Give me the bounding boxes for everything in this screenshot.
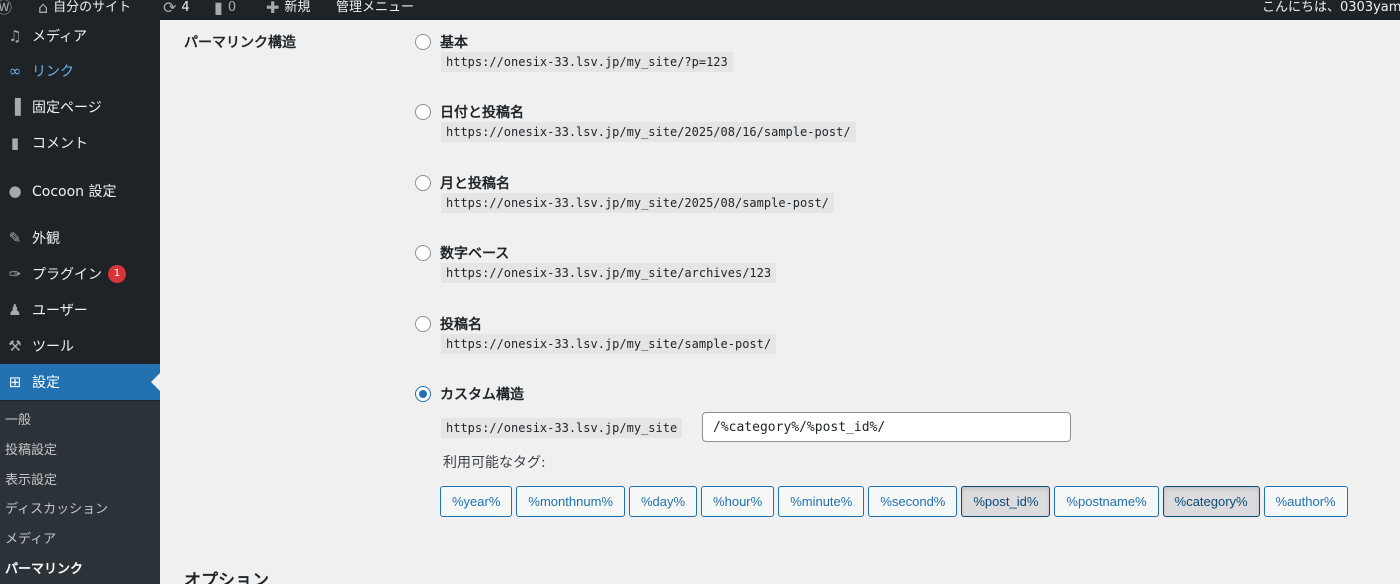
user-icon: ♟ — [8, 301, 22, 319]
sidebar-item-users[interactable]: ♟ ユーザー — [0, 292, 160, 328]
tag-button-monthnum[interactable]: %monthnum% — [516, 486, 625, 517]
home-icon: ⌂ — [38, 0, 49, 17]
wordpress-logo-menu[interactable]: Ⓦ — [0, 0, 12, 20]
permalink-example-url: https://onesix-33.lsv.jp/my_site/sample-… — [441, 334, 777, 354]
admin-menu-link[interactable]: 管理メニュー — [336, 0, 414, 20]
updates-count: 4 — [181, 0, 190, 15]
option-label[interactable]: 日付と投稿名 — [440, 102, 524, 122]
sidebar-item-pages[interactable]: ▐ 固定ページ — [0, 89, 160, 125]
comments-menu[interactable]: ▮ 0 — [214, 0, 236, 20]
radio-plain[interactable] — [415, 34, 431, 50]
tag-button-hour[interactable]: %hour% — [701, 486, 775, 517]
site-name: 自分のサイト — [53, 0, 132, 15]
permalink-example-url: https://onesix-33.lsv.jp/my_site/archive… — [441, 263, 777, 283]
permalink-option-post-name: 投稿名 https://onesix-33.lsv.jp/my_site/sam… — [415, 314, 777, 354]
radio-post-name[interactable] — [415, 316, 431, 332]
custom-base-url: https://onesix-33.lsv.jp/my_site — [441, 418, 683, 438]
sidebar-item-appearance[interactable]: ✎ 外観 — [0, 220, 160, 256]
available-tags: %year% %monthnum% %day% %hour% %minute% … — [440, 486, 1348, 517]
tag-button-year[interactable]: %year% — [440, 486, 513, 517]
new-content-menu[interactable]: ✚ 新規 — [266, 0, 310, 20]
submenu-item-permalinks[interactable]: パーマリンク — [5, 558, 83, 582]
permalink-structure-label: パーマリンク構造 — [184, 35, 296, 51]
admin-sidebar: ♫ メディア ∞ リンク ▐ 固定ページ ▮ コメント ● Cocoon 設定 … — [0, 20, 160, 584]
permalink-option-custom: カスタム構造 https://onesix-33.lsv.jp/my_site — [415, 384, 683, 438]
comment-icon: ▮ — [10, 134, 20, 152]
settings-submenu: 一般 投稿設定 表示設定 ディスカッション メディア パーマリンク — [0, 401, 160, 584]
my-account-menu[interactable]: こんにちは、0303yam — [1262, 0, 1400, 20]
option-label[interactable]: 数字ベース — [440, 243, 509, 263]
page-icon: ▐ — [9, 98, 21, 116]
permalink-option-day-name: 日付と投稿名 https://onesix-33.lsv.jp/my_site/… — [415, 102, 856, 142]
media-icon: ♫ — [8, 27, 22, 45]
main-content: パーマリンク構造 基本 https://onesix-33.lsv.jp/my_… — [160, 20, 1400, 584]
wordpress-logo-icon: Ⓦ — [0, 0, 13, 17]
radio-month-name[interactable] — [415, 175, 431, 191]
tag-button-day[interactable]: %day% — [628, 486, 698, 517]
submenu-item-reading[interactable]: 表示設定 — [5, 469, 57, 493]
tag-button-second[interactable]: %second% — [868, 486, 958, 517]
submenu-item-discussion[interactable]: ディスカッション — [5, 498, 108, 522]
updates-menu[interactable]: ⟳ 4 — [163, 0, 190, 20]
option-label[interactable]: 投稿名 — [440, 314, 482, 334]
radio-custom[interactable] — [415, 386, 431, 402]
site-name-menu[interactable]: ⌂ 自分のサイト — [38, 0, 131, 20]
option-label[interactable]: 基本 — [440, 32, 468, 52]
option-label[interactable]: カスタム構造 — [440, 384, 524, 404]
available-tags-label: 利用可能なタグ: — [443, 455, 546, 471]
circle-icon: ● — [8, 182, 22, 200]
sidebar-item-tools[interactable]: ⚒ ツール — [0, 328, 160, 364]
plugin-update-badge: 1 — [108, 265, 126, 283]
sidebar-item-links[interactable]: ∞ リンク — [0, 53, 160, 89]
permalink-example-url: https://onesix-33.lsv.jp/my_site/2025/08… — [441, 193, 834, 213]
tag-button-post-id[interactable]: %post_id% — [961, 486, 1051, 517]
tag-button-category[interactable]: %category% — [1162, 486, 1260, 517]
options-heading: オプション — [184, 571, 269, 584]
sidebar-item-settings[interactable]: ⊞ 設定 — [0, 364, 160, 400]
appearance-icon: ✎ — [8, 229, 22, 247]
updates-icon: ⟳ — [163, 0, 177, 17]
submenu-item-writing[interactable]: 投稿設定 — [5, 439, 57, 463]
radio-numeric[interactable] — [415, 245, 431, 261]
custom-structure-input[interactable] — [702, 412, 1071, 442]
permalink-option-numeric: 数字ベース https://onesix-33.lsv.jp/my_site/a… — [415, 243, 777, 283]
radio-day-name[interactable] — [415, 104, 431, 120]
permalink-option-month-name: 月と投稿名 https://onesix-33.lsv.jp/my_site/2… — [415, 173, 834, 213]
current-menu-arrow — [151, 373, 160, 391]
link-icon: ∞ — [8, 62, 22, 80]
tools-icon: ⚒ — [8, 337, 22, 355]
admin-bar: Ⓦ ⌂ 自分のサイト ⟳ 4 ▮ 0 ✚ 新規 管理メニュー こんにちは、030… — [0, 0, 1400, 20]
sidebar-item-media[interactable]: ♫ メディア — [0, 18, 160, 54]
settings-icon: ⊞ — [8, 373, 22, 391]
tag-button-minute[interactable]: %minute% — [778, 486, 865, 517]
comments-count: 0 — [227, 0, 237, 15]
permalink-example-url: https://onesix-33.lsv.jp/my_site/?p=123 — [441, 52, 733, 72]
sidebar-item-comments[interactable]: ▮ コメント — [0, 125, 160, 161]
sidebar-item-cocoon[interactable]: ● Cocoon 設定 — [0, 173, 160, 209]
tag-button-postname[interactable]: %postname% — [1054, 486, 1159, 517]
new-label: 新規 — [284, 0, 311, 15]
sidebar-item-plugins[interactable]: ✑ プラグイン 1 — [0, 256, 160, 292]
comment-bubble-icon: ▮ — [214, 0, 223, 17]
submenu-item-media[interactable]: メディア — [5, 528, 56, 552]
permalink-option-plain: 基本 https://onesix-33.lsv.jp/my_site/?p=1… — [415, 32, 733, 72]
plus-icon: ✚ — [266, 0, 280, 17]
permalink-example-url: https://onesix-33.lsv.jp/my_site/2025/08… — [441, 122, 856, 142]
greeting: こんにちは、0303yam — [1262, 0, 1400, 15]
tag-button-author[interactable]: %author% — [1263, 486, 1348, 517]
plugin-icon: ✑ — [8, 265, 22, 283]
submenu-item-general[interactable]: 一般 — [5, 409, 31, 433]
option-label[interactable]: 月と投稿名 — [440, 173, 510, 193]
